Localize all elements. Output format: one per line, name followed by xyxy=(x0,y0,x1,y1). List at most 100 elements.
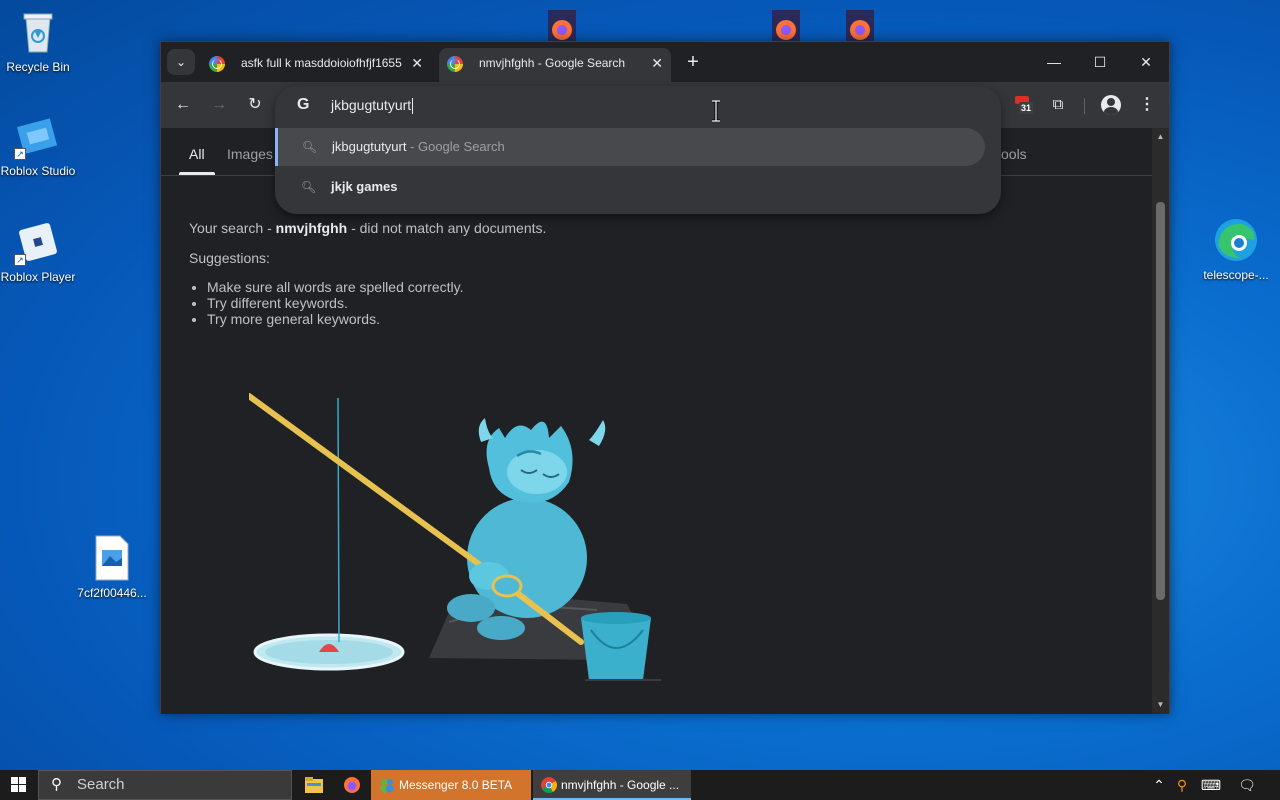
desktop-icon-image-file[interactable]: 7cf2f00446... xyxy=(74,534,150,601)
no-results-message: Your search - nmvjhfghh - did not match … xyxy=(189,220,546,236)
list-item: Try more general keywords. xyxy=(207,311,464,327)
desktop-icon-label: 7cf2f00446... xyxy=(77,586,147,600)
omnibox-text[interactable]: jkbgugtutyurt xyxy=(331,97,414,115)
firefox-file-icon[interactable] xyxy=(770,10,802,42)
more-vert-icon: ⋮ xyxy=(1139,96,1155,113)
tab-search-button[interactable]: ⌄ xyxy=(167,49,195,75)
back-button[interactable]: ← xyxy=(170,92,196,118)
tab-close-icon[interactable]: ✕ xyxy=(651,48,663,78)
search-icon: ⚲ xyxy=(51,776,62,793)
reload-icon: ↻ xyxy=(248,96,262,113)
chrome-icon xyxy=(541,777,557,793)
extensions-button[interactable]: ⧉ xyxy=(1045,92,1071,118)
google-favicon-icon: G xyxy=(447,56,463,72)
list-item: Make sure all words are spelled correctl… xyxy=(207,279,464,295)
tab-asfk[interactable]: G asfk full k masddoioiofhfjf1655 ✕ xyxy=(201,48,431,82)
google-favicon-icon: G xyxy=(209,56,225,72)
maximize-button[interactable]: ☐ xyxy=(1077,46,1123,78)
edge-browser-icon xyxy=(1212,216,1260,264)
puzzle-icon: ⧉ xyxy=(1052,96,1064,113)
image-file-icon xyxy=(88,534,136,582)
notification-icon[interactable]: 🗨︎ xyxy=(1236,770,1258,800)
roblox-player-icon: ↗ xyxy=(14,218,62,266)
firefox-file-icon[interactable] xyxy=(844,10,876,42)
text-cursor-icon xyxy=(712,100,720,122)
omnibox-value: jkbgugtutyurt xyxy=(331,97,412,113)
recycle-bin-icon xyxy=(14,8,62,56)
no-results-query: nmvjhfghh xyxy=(275,220,348,236)
chevron-down-icon: ⌄ xyxy=(175,55,187,69)
taskbar-app-label: nmvjhfghh - Google ... xyxy=(561,778,680,792)
file-explorer-icon[interactable] xyxy=(305,777,323,793)
fishing-yeti-illustration xyxy=(249,393,661,681)
taskbar: ⚲ Search Messenger 8.0 BETA nmvjhfghh - … xyxy=(0,770,1280,800)
taskbar-app-label: Messenger 8.0 BETA xyxy=(399,778,513,792)
no-results-suffix: - did not match any documents. xyxy=(347,220,547,236)
google-g-icon: G xyxy=(297,96,310,113)
omnibox-input[interactable]: G jkbgugtutyurt xyxy=(275,86,1001,126)
chevron-up-icon[interactable]: ⌃ xyxy=(1150,770,1168,800)
scroll-thumb[interactable] xyxy=(1156,202,1165,600)
taskbar-app-chrome[interactable]: nmvjhfghh - Google ... xyxy=(533,770,691,800)
arrow-left-icon: ← xyxy=(175,96,191,113)
suggestions-list: Make sure all words are spelled correctl… xyxy=(207,279,464,327)
tab-images[interactable]: Images xyxy=(227,146,273,162)
new-tab-button[interactable]: + xyxy=(681,50,705,74)
scroll-down-icon[interactable]: ▼ xyxy=(1152,698,1169,712)
minimize-button[interactable]: — xyxy=(1031,46,1077,78)
reload-button[interactable]: ↻ xyxy=(242,92,268,118)
desktop-icon-roblox-player[interactable]: ↗ Roblox Player xyxy=(0,218,76,285)
browser-menu-button[interactable]: ⋮ xyxy=(1137,92,1157,118)
toolbar-divider xyxy=(1084,98,1085,114)
text-caret xyxy=(412,98,414,115)
suggestion-main-text: jkbgugtutyurt xyxy=(332,139,407,154)
desktop-icon-label: Roblox Player xyxy=(0,270,76,284)
tab-strip: ⌄ G asfk full k masddoioiofhfjf1655 ✕ G … xyxy=(161,42,1169,82)
list-item: Try different keywords. xyxy=(207,295,464,311)
suggestion-sub-text: - Google Search xyxy=(406,139,505,154)
omnibox-suggestion[interactable]: 🔍︎ jkbgugtutyurt - Google Search xyxy=(275,128,985,166)
firefox-file-icon[interactable] xyxy=(546,10,578,42)
search-icon: 🔍︎ xyxy=(301,180,317,194)
close-window-button[interactable]: ✕ xyxy=(1123,46,1169,78)
windows-logo-icon xyxy=(11,777,18,784)
start-button[interactable] xyxy=(0,770,36,800)
scroll-up-icon[interactable]: ▲ xyxy=(1152,130,1169,144)
messenger-buddy-icon xyxy=(380,779,394,793)
calendar-badge: 31 xyxy=(1019,102,1033,114)
page-scrollbar[interactable]: ▲ ▼ xyxy=(1152,128,1169,714)
search-icon: 🔍︎ xyxy=(302,140,318,154)
chrome-window: ⌄ G asfk full k masddoioiofhfjf1655 ✕ G … xyxy=(160,41,1170,714)
taskbar-search-label: Search xyxy=(77,776,125,793)
shortcut-arrow-icon: ↗ xyxy=(14,148,26,160)
no-results-prefix: Your search - xyxy=(189,220,276,236)
suggestions-heading: Suggestions: xyxy=(189,250,270,266)
shortcut-arrow-icon: ↗ xyxy=(14,254,26,266)
desktop-icon-label: Roblox Studio xyxy=(0,164,76,178)
active-tab-underline xyxy=(179,172,215,175)
roblox-studio-icon: ↗ xyxy=(14,112,62,160)
tab-tools[interactable]: ools xyxy=(1001,146,1027,162)
profile-avatar-icon[interactable] xyxy=(1101,95,1121,115)
keyboard-icon[interactable]: ⌨ xyxy=(1198,770,1224,800)
desktop-icon-recycle-bin[interactable]: Recycle Bin xyxy=(0,8,76,75)
forward-button[interactable]: → xyxy=(206,92,232,118)
desktop-icon-label: telescope-... xyxy=(1203,268,1269,282)
firefox-icon[interactable] xyxy=(343,776,361,794)
arrow-right-icon: → xyxy=(211,96,227,113)
tab-title: asfk full k masddoioiofhfjf1655 xyxy=(241,56,402,70)
omnibox-suggestion[interactable]: 🔍︎ jkjk games xyxy=(277,168,985,206)
search-results-page: All Images ools Your search - nmvjhfghh … xyxy=(161,128,1153,714)
suggestion-main-text: jkjk games xyxy=(331,179,398,194)
tab-all[interactable]: All xyxy=(189,146,205,162)
search-tray-icon[interactable]: ⚲ xyxy=(1172,770,1192,800)
taskbar-app-messenger[interactable]: Messenger 8.0 BETA xyxy=(371,770,531,800)
desktop-icon-roblox-studio[interactable]: ↗ Roblox Studio xyxy=(0,112,76,179)
tab-close-icon[interactable]: ✕ xyxy=(411,48,423,78)
taskbar-search-box[interactable]: ⚲ Search xyxy=(38,770,292,800)
desktop-icon-telescope[interactable]: telescope-... xyxy=(1198,216,1274,283)
calendar-extension-icon[interactable]: 31 xyxy=(1015,96,1033,114)
desktop-icon-label: Recycle Bin xyxy=(6,60,70,74)
tab-title: nmvjhfghh - Google Search xyxy=(479,56,626,70)
tab-google-search[interactable]: G nmvjhfghh - Google Search ✕ xyxy=(439,48,671,82)
